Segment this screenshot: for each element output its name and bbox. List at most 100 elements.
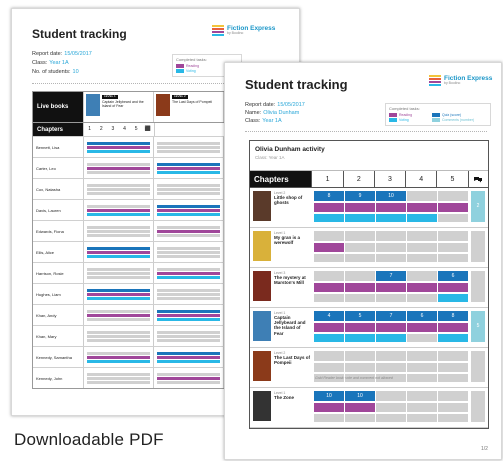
book-cover (253, 391, 271, 421)
voting-cell (407, 414, 437, 422)
student-report-page: Student tracking Fiction Express by Bool… (224, 62, 502, 460)
progress-bar (87, 162, 150, 166)
activity-title: Olivia Dunham activity (255, 146, 325, 153)
progress-cell (153, 158, 223, 178)
reading-cell (376, 323, 406, 332)
voting-cell (314, 334, 344, 342)
book-cover (253, 351, 271, 381)
quiz-cell (438, 391, 468, 401)
comment-icon: ⬛ (144, 126, 151, 132)
progress-cell (153, 305, 223, 325)
progress-bar (157, 351, 220, 355)
progress-bar (87, 204, 150, 208)
progress-bar (157, 166, 220, 170)
reading-cell (345, 283, 375, 292)
progress-bar (87, 141, 150, 145)
activity-class: Class: Year 1A (255, 155, 285, 160)
voting-cell (438, 214, 468, 222)
progress-bar (87, 183, 150, 187)
progress-bar (157, 246, 220, 250)
book-info: Level 1 Captain Jellybeard and the Island… (250, 308, 313, 347)
gold-reader-note: Gold Reader book: vote and comment not a… (315, 376, 393, 380)
progress-bar (157, 288, 220, 292)
quiz-cell: 9 (345, 191, 375, 201)
student-name: Harrison, Rosie (36, 270, 64, 276)
progress-bar (157, 313, 220, 317)
book-cover (253, 271, 271, 301)
progress-cell (83, 158, 153, 178)
quiz-cell (407, 271, 437, 281)
voting-cell (438, 294, 468, 302)
progress-bar (87, 170, 150, 174)
book-cover (86, 94, 100, 116)
progress-bar (87, 187, 150, 191)
quiz-cell (438, 351, 468, 361)
book-title: Captain Jellybeard and the Island of Fea… (102, 99, 144, 108)
page-number: 1/2 (481, 446, 488, 452)
live-books-label: Live books (33, 92, 83, 122)
progress-bar (87, 330, 150, 334)
legend-voting: Voting (176, 69, 196, 73)
voting-cell (376, 414, 406, 422)
divider (245, 131, 487, 132)
progress-bar (157, 204, 220, 208)
progress-bar (157, 233, 220, 237)
reading-cell (376, 403, 406, 412)
progress-cell (83, 179, 153, 199)
book-row: Level 1 Captain Jellybeard and the Island… (250, 308, 488, 348)
progress-bar (87, 359, 150, 363)
progress-bar (87, 351, 150, 355)
quiz-cell (438, 191, 468, 201)
activity-header: Olivia Dunham activity Class: Year 1A (250, 141, 488, 171)
quiz-cell (314, 351, 344, 361)
progress-bar (157, 191, 220, 195)
progress-bar (157, 267, 220, 271)
book-cover (253, 311, 271, 341)
quiz-cell (438, 231, 468, 241)
students-count: No. of students: 10 (32, 69, 79, 75)
progress-bar (87, 334, 150, 338)
progress-bar (157, 338, 220, 342)
chapter-3-header: 3 (373, 171, 405, 187)
brand-logo: Fiction Express by Boolino (429, 75, 492, 86)
reading-cell (314, 363, 344, 372)
student-activity-table: Olivia Dunham activity Class: Year 1A Ch… (249, 140, 489, 429)
book-row: Level 2 Little shop of ghosts 8 9 10 2 (250, 188, 488, 228)
comments-cell (471, 391, 485, 422)
progress-bar (87, 313, 150, 317)
progress-bar (157, 208, 220, 212)
progress-cell (153, 137, 223, 157)
reading-cell (407, 283, 437, 292)
progress-bar (87, 145, 150, 149)
progress-cell (83, 263, 153, 283)
progress-bar (87, 149, 150, 153)
progress-bar (87, 225, 150, 229)
book-title: My gran is a werewolf (274, 235, 301, 246)
voting-cell (314, 254, 344, 262)
progress-bar (87, 233, 150, 237)
progress-bar (157, 225, 220, 229)
reading-cell (438, 283, 468, 292)
progress-cell (153, 347, 223, 367)
report-date: Report date: 15/05/2017 (32, 51, 92, 57)
quiz-cell (345, 271, 375, 281)
quiz-cell: 7 (376, 271, 406, 281)
progress-bar (157, 254, 220, 258)
quiz-cell (314, 271, 344, 281)
reading-cell (438, 243, 468, 252)
book-row: Level 1 My gran is a werewolf (250, 228, 488, 268)
comments-cell: 5 (471, 311, 485, 342)
progress-cell (83, 242, 153, 262)
student-name: Name: Olivia Dunham (245, 110, 300, 116)
progress-bar (157, 149, 220, 153)
progress-bar (87, 275, 150, 279)
report-date: Report date: 15/05/2017 (245, 102, 305, 108)
chapter-progress: 10 10 (313, 388, 488, 427)
voting-cell (407, 334, 437, 342)
voting-cell (376, 334, 406, 342)
book-cover (156, 94, 170, 116)
voting-cell (438, 374, 468, 382)
progress-bar (157, 275, 220, 279)
reading-cell (345, 243, 375, 252)
voting-cell (345, 294, 375, 302)
